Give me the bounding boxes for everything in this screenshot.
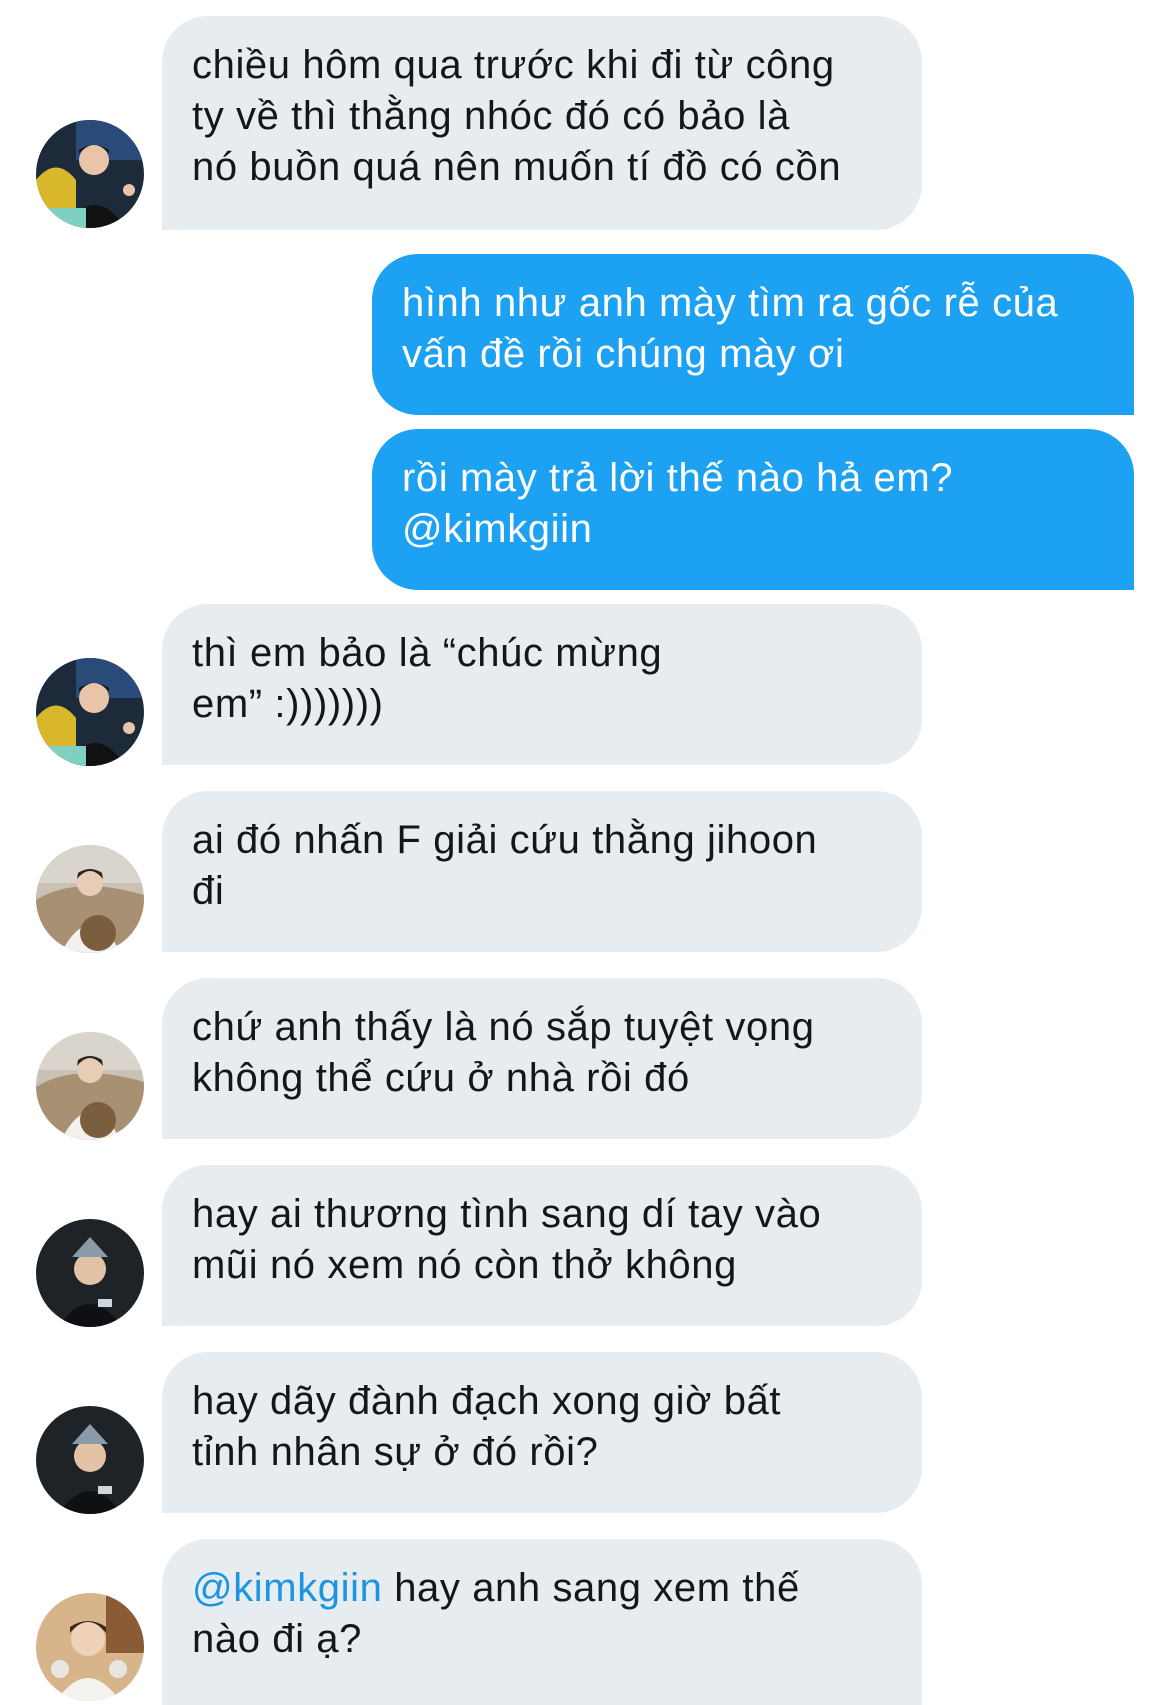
message-bubble: hình như anh mày tìm ra gốc rễ của vấn đ… (372, 254, 1134, 415)
avatar-icon[interactable] (36, 1219, 144, 1327)
avatar-icon[interactable] (36, 1593, 144, 1701)
message-bubble: @kimkgiin hay anh sang xem thế nào đi ạ? (162, 1539, 922, 1705)
message-bubble: rồi mày trả lời thế nào hả em? @kimkgiin (372, 429, 1134, 590)
message-bubble: chiều hôm qua trước khi đi từ công ty về… (162, 16, 922, 230)
message-bubble: thì em bảo là “chúc mừng em” :))))))) (162, 604, 922, 765)
avatar-icon[interactable] (36, 1032, 144, 1140)
avatar-icon[interactable] (36, 658, 144, 766)
avatar-icon[interactable] (36, 1406, 144, 1514)
message-bubble: chứ anh thấy là nó sắp tuyệt vọng không … (162, 978, 922, 1139)
message-bubble: hay ai thương tình sang dí tay vào mũi n… (162, 1165, 922, 1326)
message-bubble: ai đó nhấn F giải cứu thằng jihoon đi (162, 791, 922, 952)
avatar-icon[interactable] (36, 120, 144, 228)
mention-link[interactable]: @kimkgiin (192, 1566, 382, 1610)
avatar-icon[interactable] (36, 845, 144, 953)
message-bubble: hay dãy đành đạch xong giờ bất tỉnh nhân… (162, 1352, 922, 1513)
